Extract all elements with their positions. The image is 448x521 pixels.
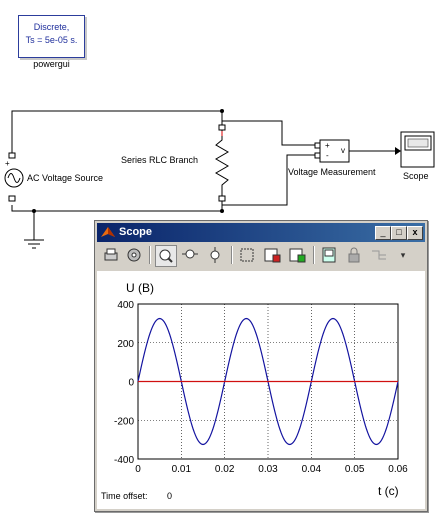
zoom-y-icon[interactable]: [205, 245, 225, 265]
matlab-logo-icon: [101, 227, 115, 237]
voltage-measurement-label: Voltage Measurement: [288, 167, 376, 177]
dropdown-icon[interactable]: ▾: [397, 245, 409, 265]
vm-output-label: v: [341, 146, 345, 155]
x-tick-label: 0.04: [302, 464, 322, 475]
zoom-x-icon[interactable]: [180, 245, 200, 265]
scope-titlebar[interactable]: Scope _ □ x: [97, 223, 425, 242]
scope-label: Scope: [403, 171, 429, 181]
print-icon[interactable]: [101, 245, 121, 265]
time-offset-label: Time offset:: [101, 491, 148, 501]
wire-bottom[interactable]: [11, 200, 223, 212]
plot-panel: 0 0.01 0.02 0.03 0.04 0.05 0.06 400 200 0 -200 -400…: [97, 271, 425, 509]
wire-vm-minus[interactable]: [222, 154, 316, 206]
y-tick-label: -400: [114, 455, 134, 466]
x-tick-label: 0.01: [172, 464, 192, 475]
y-tick-label: -200: [114, 416, 134, 427]
ac-voltage-source-block[interactable]: +: [4, 152, 24, 202]
zoom-icon[interactable]: [155, 245, 177, 267]
scope-title: Scope: [119, 226, 153, 238]
x-tick-label: 0: [135, 464, 141, 475]
scope-toolbar: ▾: [97, 243, 425, 269]
scope-plot[interactable]: 0 0.01 0.02 0.03 0.04 0.05 0.06 400 200 0 -200 -400…: [97, 271, 425, 507]
y-tick-label: 200: [117, 339, 134, 350]
wire-top[interactable]: [11, 110, 223, 153]
vm-minus-port-label: -: [326, 151, 329, 160]
time-offset-value: 0: [167, 491, 173, 501]
maximize-button[interactable]: □: [391, 226, 407, 240]
x-tick-label: 0.06: [388, 464, 408, 475]
series-rlc-branch-block[interactable]: [215, 124, 229, 202]
powergui-line1: Discrete,: [33, 22, 70, 32]
junction-dot: [32, 209, 36, 213]
x-tick-label: 0.02: [215, 464, 235, 475]
powergui-block[interactable]: Discrete, Ts = 5e-05 s.: [18, 15, 85, 58]
scope-block[interactable]: [400, 131, 435, 168]
y-tick-label: 400: [117, 300, 134, 311]
autoscale-icon[interactable]: [237, 245, 257, 265]
arrowhead-icon: [395, 147, 401, 155]
powergui-text: Discrete, Ts = 5e-05 s.: [19, 21, 84, 47]
restore-axes-icon[interactable]: [287, 245, 307, 265]
junction-dot: [220, 109, 224, 113]
wire-vm-plus[interactable]: [222, 120, 316, 146]
floating-scope-icon[interactable]: [319, 245, 339, 265]
scope-window[interactable]: Scope _ □ x ▾ 0 0.01 0.02 0.03 0.04 0.05…: [94, 220, 428, 512]
y-tick-label: 0: [128, 378, 134, 389]
ac-source-label: AC Voltage Source: [27, 173, 104, 183]
y-axis-label: U (B): [126, 281, 154, 295]
rlc-label: Series RLC Branch: [121, 155, 199, 165]
minimize-button[interactable]: _: [375, 226, 391, 240]
junction-dot: [220, 209, 224, 213]
x-axis-label: t (c): [378, 484, 399, 498]
signal-selection-icon[interactable]: [369, 245, 389, 265]
x-tick-label: 0.03: [258, 464, 278, 475]
close-button[interactable]: x: [407, 226, 423, 240]
powergui-line2: Ts = 5e-05 s.: [25, 35, 78, 45]
ground-icon[interactable]: [24, 239, 44, 249]
vm-plus-port-label: +: [325, 141, 330, 150]
x-tick-label: 0.05: [345, 464, 365, 475]
parameters-icon[interactable]: [124, 245, 144, 265]
powergui-label: powergui: [33, 59, 70, 69]
lock-icon[interactable]: [344, 245, 364, 265]
svg-text:+: +: [5, 159, 10, 168]
save-axes-icon[interactable]: [262, 245, 282, 265]
